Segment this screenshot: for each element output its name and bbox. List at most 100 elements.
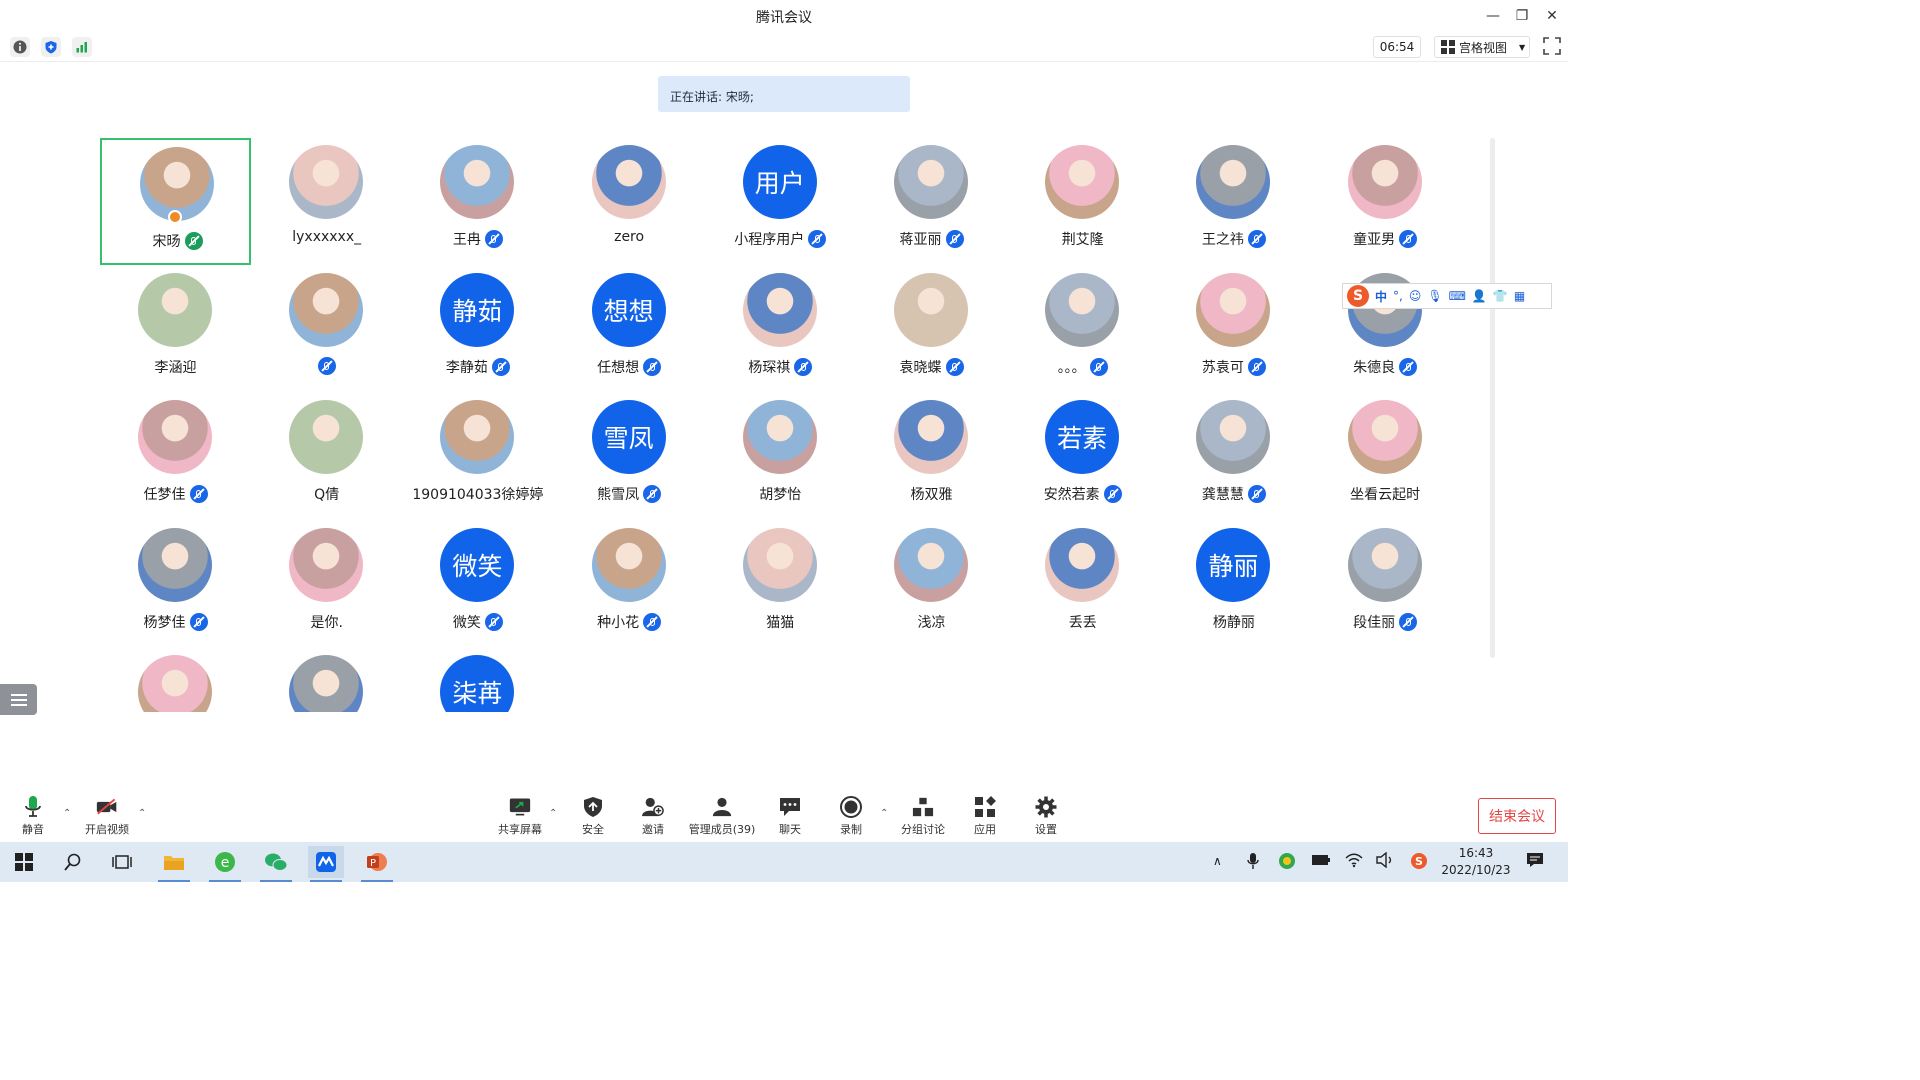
participant-tile[interactable]: 宋旸 <box>100 138 251 265</box>
search-icon[interactable] <box>55 846 91 878</box>
participant-tile[interactable]: 胡梦怡 <box>705 393 856 520</box>
breakout-label: 分组讨论 <box>901 823 945 836</box>
participant-tile[interactable]: 杨梦佳 <box>100 521 251 648</box>
windows-start-icon[interactable] <box>6 846 42 878</box>
toolbox-icon[interactable]: ▦ <box>1514 289 1525 303</box>
participant-tile[interactable]: 李涵迎 <box>100 266 251 393</box>
share-options-chevron-icon[interactable]: ⌃ <box>549 808 557 819</box>
participant-name: 李涵迎 <box>154 359 197 376</box>
tencent-meeting-icon[interactable] <box>308 846 344 882</box>
participant-tile[interactable]: 是你. <box>251 521 402 648</box>
emoji-icon[interactable]: ☺ <box>1409 289 1422 303</box>
settings-button[interactable]: 设置 <box>1011 796 1081 840</box>
ime-lang-toggle[interactable]: 中 <box>1375 288 1387 305</box>
participant-tile[interactable]: 杨双雅 <box>856 393 1007 520</box>
wifi-icon[interactable] <box>1345 852 1363 871</box>
powerpoint-icon[interactable]: P <box>359 846 395 882</box>
participant-tile[interactable]: 童亚男 <box>1310 138 1461 265</box>
wechat-icon[interactable] <box>258 846 294 882</box>
participant-tile[interactable] <box>251 648 402 712</box>
participant-tile[interactable]: 王之祎 <box>1158 138 1309 265</box>
ime-toolbar[interactable]: S 中 °, ☺ 🎙 ⌨ 👤 👕 ▦ <box>1342 283 1552 309</box>
minimize-button[interactable]: — <box>1479 4 1507 28</box>
user-icon[interactable]: 👤 <box>1472 289 1487 303</box>
video-off-icon <box>96 796 118 818</box>
manage-members-button[interactable]: 管理成员(39) <box>677 796 767 840</box>
participant-tile[interactable]: 浅凉 <box>856 521 1007 648</box>
participant-tile[interactable]: 苏袁可 <box>1158 266 1309 393</box>
signal-strength-icon[interactable] <box>72 37 92 57</box>
participant-tile[interactable]: 微笑 微笑 <box>402 521 553 648</box>
voice-input-icon[interactable]: 🎙 <box>1427 289 1442 303</box>
participant-tile[interactable]: 段佳丽 <box>1310 521 1461 648</box>
task-view-icon[interactable] <box>104 846 140 878</box>
info-icon[interactable] <box>10 37 30 57</box>
participant-name: 袁晓蝶 <box>899 359 942 376</box>
end-meeting-button[interactable]: 结束会议 <box>1478 798 1556 834</box>
tray-mic-icon[interactable] <box>1247 852 1259 873</box>
participant-tile[interactable]: 任梦佳 <box>100 393 251 520</box>
participant-tile[interactable] <box>100 648 251 712</box>
participant-tile[interactable]: 1909104033徐婷婷 <box>402 393 553 520</box>
avatar <box>440 400 515 474</box>
record-button[interactable]: 录制 <box>816 796 886 840</box>
mic-muted-icon <box>484 230 503 248</box>
skin-icon[interactable]: 👕 <box>1493 289 1508 303</box>
volume-icon[interactable] <box>1376 851 1394 871</box>
mic-muted-icon <box>484 612 503 631</box>
close-button[interactable]: ✕ <box>1538 4 1566 28</box>
mute-button[interactable]: 静音 <box>0 796 68 840</box>
fullscreen-icon[interactable] <box>1543 37 1563 57</box>
participant-tile[interactable]: 猫猫 <box>705 521 856 648</box>
participant-tile[interactable]: 杨琛祺 <box>705 266 856 393</box>
breakout-rooms-button[interactable]: 分组讨论 <box>888 796 958 840</box>
grid-scrollbar[interactable] <box>1490 138 1495 658</box>
participant-tile[interactable]: 王冉 <box>402 138 553 265</box>
notifications-icon[interactable] <box>1526 852 1544 871</box>
participant-tile[interactable] <box>251 266 402 393</box>
participant-tile[interactable]: 用户 小程序用户 <box>705 138 856 265</box>
audio-options-chevron-icon[interactable]: ⌃ <box>63 808 71 819</box>
share-screen-button[interactable]: 共享屏幕 <box>485 796 555 840</box>
participant-name-row: 龚慧慧 <box>1158 484 1309 504</box>
participant-tile[interactable]: lyxxxxxx_ <box>251 138 402 265</box>
participant-tile[interactable]: 柒苒 <box>402 648 553 712</box>
security-shield-icon[interactable] <box>41 37 61 57</box>
participant-tile[interactable]: 种小花 <box>554 521 705 648</box>
participant-tile[interactable]: 静茹 李静茹 <box>402 266 553 393</box>
tray-expand-icon[interactable]: ∧ <box>1213 854 1222 868</box>
participant-tile[interactable]: 。。。 <box>1007 266 1158 393</box>
participant-tile[interactable]: 若素 安然若素 <box>1007 393 1158 520</box>
chat-button[interactable]: 聊天 <box>755 796 825 840</box>
keyboard-icon[interactable]: ⌨ <box>1449 289 1466 303</box>
participant-tile[interactable]: 丢丢 <box>1007 521 1158 648</box>
video-options-chevron-icon[interactable]: ⌃ <box>138 808 146 819</box>
browser-icon[interactable]: e <box>207 846 243 882</box>
participant-tile[interactable]: 荆艾隆 <box>1007 138 1158 265</box>
mic-muted-icon <box>1247 230 1266 248</box>
participant-name-row: 王冉 <box>402 229 553 249</box>
participant-tile[interactable]: 坐看云起时 <box>1310 393 1461 520</box>
participant-tile[interactable]: 蒋亚丽 <box>856 138 1007 265</box>
avatar <box>1347 400 1422 474</box>
taskbar-clock[interactable]: 16:43 2022/10/23 <box>1440 845 1512 879</box>
sogou-ime-tray-icon[interactable]: S <box>1410 852 1428 873</box>
participant-tile[interactable]: 雪凤 熊雪凤 <box>554 393 705 520</box>
file-explorer-icon[interactable] <box>156 846 192 882</box>
participant-tile[interactable]: Q倩 <box>251 393 402 520</box>
member-list-toggle[interactable] <box>0 684 37 715</box>
view-mode-dropdown[interactable]: 宫格视图 ▼ <box>1434 36 1530 58</box>
participant-tile[interactable]: 龚慧慧 <box>1158 393 1309 520</box>
participant-tile[interactable]: 想想 任想想 <box>554 266 705 393</box>
tray-app-icon[interactable] <box>1278 852 1296 873</box>
restore-button[interactable]: ❐ <box>1508 4 1536 28</box>
start-video-button[interactable]: 开启视频 <box>72 796 142 840</box>
participant-tile[interactable]: zero <box>554 138 705 265</box>
apps-button[interactable]: 应用 <box>950 796 1020 840</box>
participant-tile[interactable]: 静丽 杨静丽 <box>1158 521 1309 648</box>
participant-tile[interactable]: 袁晓蝶 <box>856 266 1007 393</box>
participant-name-row: 蒋亚丽 <box>856 229 1007 249</box>
ime-punct-toggle[interactable]: °, <box>1393 289 1403 303</box>
battery-icon[interactable] <box>1311 854 1331 869</box>
list-icon <box>10 698 27 701</box>
